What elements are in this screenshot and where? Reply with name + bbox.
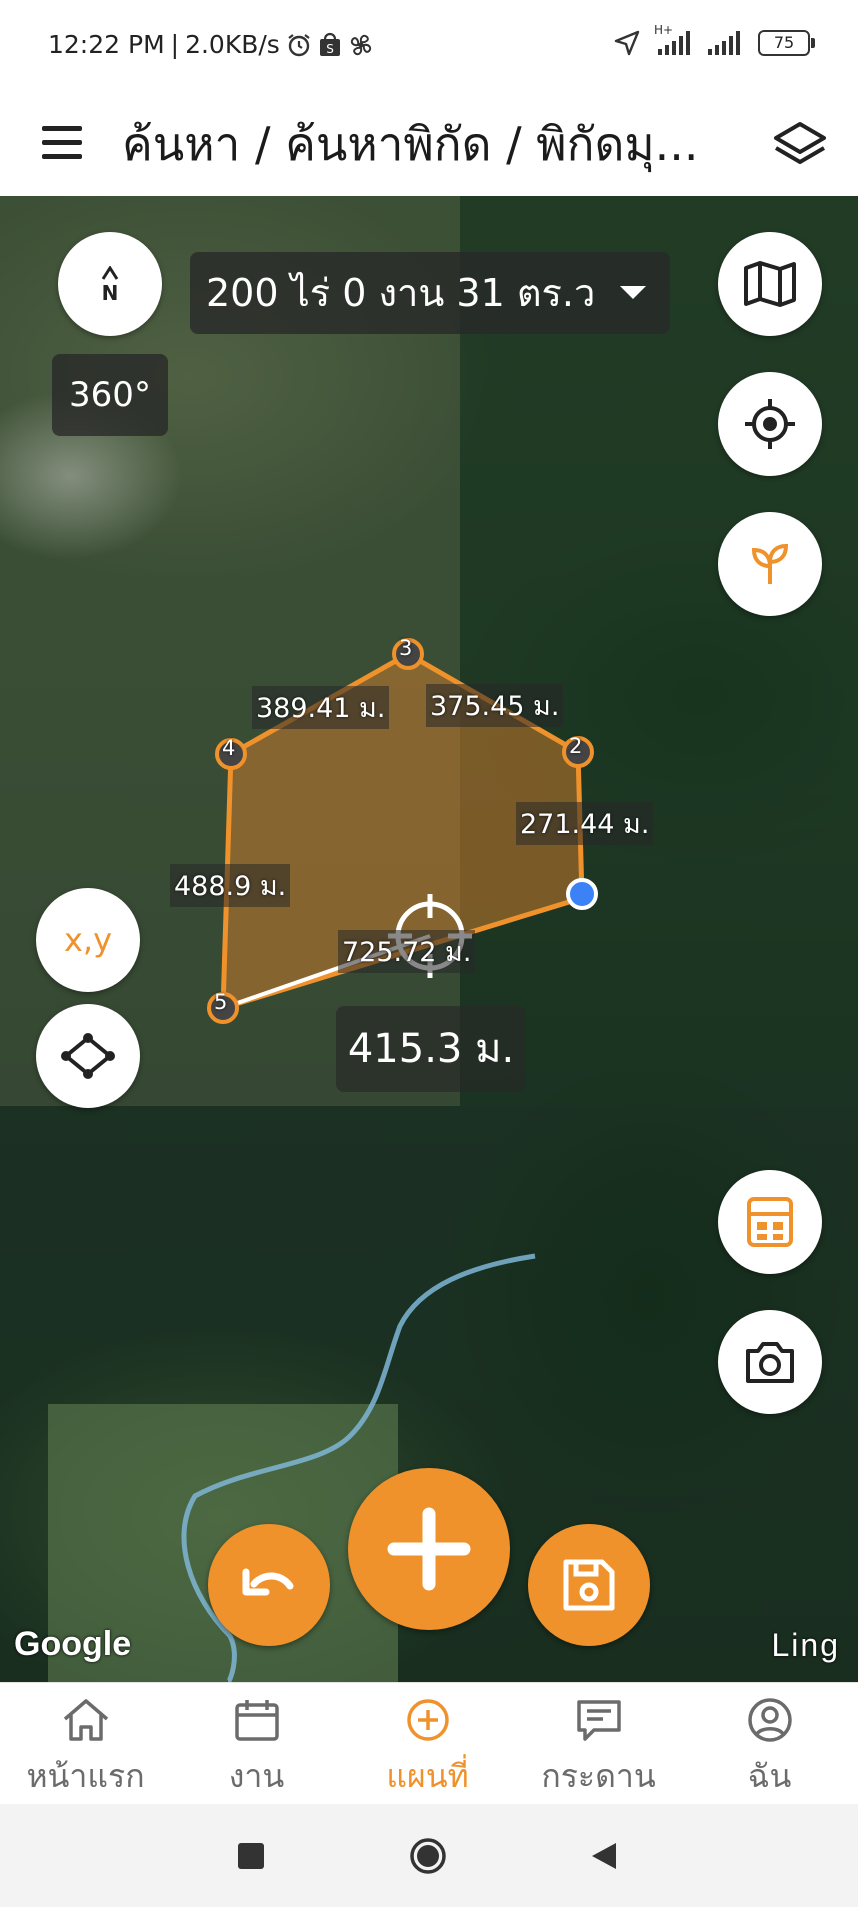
edge-length-label: 725.72 ม. xyxy=(338,930,476,973)
plus-icon xyxy=(387,1507,471,1591)
camera-icon xyxy=(746,1342,794,1383)
layers-icon[interactable] xyxy=(772,116,828,172)
nav-map[interactable]: แผนที่ xyxy=(342,1683,513,1805)
camera-button[interactable] xyxy=(718,1310,822,1414)
board-icon xyxy=(576,1700,621,1741)
gps-target-icon xyxy=(745,399,795,449)
map-view[interactable]: 2 3 4 5 389.41 ม. 375.45 ม. 271.44 ม. 48… xyxy=(0,196,858,1682)
nav-label: แผนที่ xyxy=(386,1757,469,1795)
vertex-label: 5 xyxy=(214,990,228,1014)
polygon-tool-button[interactable] xyxy=(36,1004,140,1108)
location-arrow-icon xyxy=(614,30,640,56)
svg-text:S: S xyxy=(326,42,334,56)
calculator-button[interactable] xyxy=(718,1170,822,1274)
google-attribution: Google xyxy=(14,1625,132,1663)
system-nav-bar xyxy=(0,1804,858,1907)
dropdown-caret-icon xyxy=(620,286,646,299)
ling-attribution: Ling xyxy=(771,1627,840,1663)
status-bar: 12:22 PM | 2.0KB/s S H+ 75 xyxy=(0,0,858,96)
fan-icon xyxy=(350,34,372,55)
status-left: 12:22 PM | 2.0KB/s S xyxy=(48,30,374,59)
battery-level: 75 xyxy=(773,33,795,52)
signal-icon xyxy=(708,31,740,55)
status-right: H+ 75 xyxy=(614,23,815,56)
nav-board[interactable]: กระดาน xyxy=(513,1683,684,1805)
edge-length-label: 488.9 ม. xyxy=(170,864,291,907)
home-button-icon[interactable] xyxy=(409,1837,447,1875)
signal-icon: H+ xyxy=(654,23,690,55)
bottom-nav: หน้าแรก งาน แผนที่ กระดาน ฉัน xyxy=(0,1682,858,1805)
app-header: ค้นหา / ค้นหาพิกัด / พิกัดมุ... xyxy=(0,96,858,196)
breadcrumb: ค้นหา / ค้นหาพิกัด / พิกัดมุ... xyxy=(122,117,699,171)
area-summary[interactable]: 200 ไร่ 0 งาน 31 ตร.ว xyxy=(190,252,670,334)
user-icon xyxy=(747,1698,792,1742)
add-point-button[interactable] xyxy=(348,1468,510,1630)
map-type-button[interactable] xyxy=(718,232,822,336)
save-icon xyxy=(563,1559,615,1611)
compass-icon xyxy=(101,264,119,280)
nav-label: งาน xyxy=(228,1757,285,1795)
gps-location-dot xyxy=(566,878,598,910)
sprout-icon xyxy=(751,543,789,584)
nav-home[interactable]: หน้าแรก xyxy=(0,1683,171,1805)
alarm-icon xyxy=(288,33,310,56)
network-type: H+ xyxy=(654,23,674,37)
vertex-label: 2 xyxy=(569,734,583,758)
net-speed: 2.0KB/s xyxy=(185,30,280,59)
status-time: 12:22 PM xyxy=(48,30,165,59)
nav-work[interactable]: งาน xyxy=(171,1683,342,1805)
plant-button[interactable] xyxy=(718,512,822,616)
vertex-label: 4 xyxy=(222,736,236,760)
undo-button[interactable] xyxy=(208,1524,330,1646)
undo-icon xyxy=(242,1568,294,1596)
nav-label: กระดาน xyxy=(541,1757,656,1795)
menu-icon[interactable] xyxy=(38,120,86,168)
nav-profile[interactable]: ฉัน xyxy=(684,1683,855,1805)
map-icon xyxy=(744,261,796,307)
xy-label: x,y xyxy=(63,921,113,959)
nav-label: หน้าแรก xyxy=(26,1757,145,1795)
my-location-button[interactable] xyxy=(718,372,822,476)
recent-apps-icon[interactable] xyxy=(237,1842,265,1870)
edge-length-label: 375.45 ม. xyxy=(426,684,564,727)
area-label: 200 ไร่ 0 งาน 31 ตร.ว xyxy=(206,271,596,315)
polygon-vertices-icon xyxy=(61,1033,115,1079)
heading-readout: 360° xyxy=(52,354,168,436)
plus-circle-icon xyxy=(406,1699,449,1741)
vertex-label: 3 xyxy=(399,636,413,660)
nav-label: ฉัน xyxy=(747,1757,792,1795)
xy-coordinate-button[interactable]: x,y xyxy=(36,888,140,992)
edge-length-label: 389.41 ม. xyxy=(252,686,390,729)
shop-icon: S xyxy=(319,32,340,56)
back-icon[interactable] xyxy=(590,1841,618,1871)
compass-label: N xyxy=(101,280,119,305)
current-distance: 415.3 ม. xyxy=(336,1006,526,1092)
calendar-icon xyxy=(234,1700,279,1741)
edge-length-label: 271.44 ม. xyxy=(516,802,654,845)
home-icon xyxy=(63,1699,108,1741)
save-button[interactable] xyxy=(528,1524,650,1646)
calculator-icon xyxy=(747,1197,793,1247)
compass-button[interactable]: N xyxy=(58,232,162,336)
battery-icon: 75 xyxy=(758,30,815,56)
